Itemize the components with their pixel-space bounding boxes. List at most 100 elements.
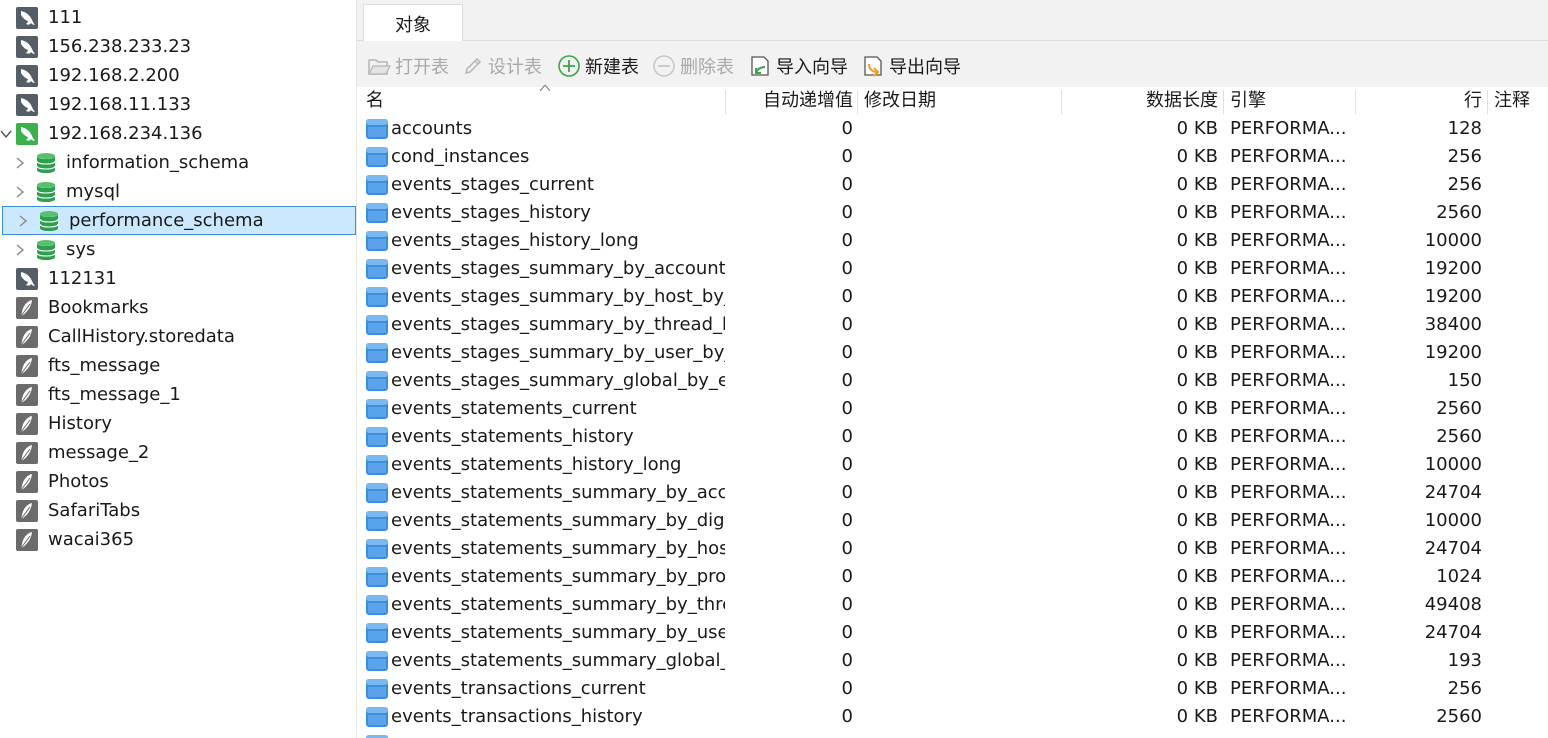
column-divider[interactable] xyxy=(1061,90,1062,114)
tree-item-connection[interactable]: 156.238.233.23 xyxy=(0,32,356,61)
data-length-cell: 0 KB xyxy=(1176,314,1218,335)
column-header-rows[interactable]: 行 xyxy=(1357,87,1482,115)
tree-item-connection[interactable]: 112131 xyxy=(0,264,356,293)
tree-item-connection[interactable]: SafariTabs xyxy=(0,496,356,525)
chevron-right-icon[interactable] xyxy=(14,243,26,257)
chevron-right-icon[interactable] xyxy=(17,214,29,228)
tree-item-connection[interactable]: wacai365 xyxy=(0,525,356,554)
tree-item-connection[interactable]: 111 xyxy=(0,3,356,32)
new-table-button[interactable]: 新建表 xyxy=(557,53,639,79)
column-header-name[interactable]: 名 xyxy=(366,87,384,115)
table-row[interactable]: events_stages_history 0 0 KB PERFORMA... 256… xyxy=(357,199,1548,227)
table-name-cell: events_transactions_current xyxy=(391,678,646,699)
modified-date-cell xyxy=(864,535,1054,563)
import-icon xyxy=(751,56,769,76)
table-icon xyxy=(366,539,388,559)
comment-cell xyxy=(1494,115,1544,143)
comment-cell xyxy=(1494,479,1544,507)
column-header-modified-date[interactable]: 修改日期 xyxy=(864,87,936,115)
table-row[interactable]: events_stages_summary_global_by_e... 0 0 K… xyxy=(357,367,1548,395)
chevron-right-icon[interactable] xyxy=(14,156,26,170)
table-row[interactable]: events_stages_summary_by_thread_b... 0 0 K… xyxy=(357,311,1548,339)
chevron-down-icon[interactable] xyxy=(0,127,12,141)
comment-cell xyxy=(1494,339,1544,367)
column-divider[interactable] xyxy=(1223,90,1224,114)
table-row[interactable]: events_stages_current 0 0 KB PERFORMA... 256 xyxy=(357,171,1548,199)
engine-cell: PERFORMA... xyxy=(1230,146,1347,167)
engine-cell: PERFORMA... xyxy=(1230,174,1347,195)
tree-item-connection[interactable]: fts_message xyxy=(0,351,356,380)
tree-item-database[interactable]: mysql xyxy=(0,177,356,206)
mysql-connection-icon xyxy=(16,64,38,87)
tree-item-connection[interactable]: History xyxy=(0,409,356,438)
data-length-cell: 0 KB xyxy=(1176,482,1218,503)
sort-ascending-icon xyxy=(540,85,550,91)
tree-item-database[interactable]: information_schema xyxy=(0,148,356,177)
column-divider[interactable] xyxy=(1355,90,1356,114)
table-name-cell: events_stages_summary_by_user_by_... xyxy=(391,342,725,363)
table-row[interactable]: accounts 0 0 KB PERFORMA... 128 xyxy=(357,115,1548,143)
data-length-cell: 0 KB xyxy=(1176,342,1218,363)
rows-cell: 150 xyxy=(1447,370,1482,391)
tree-item-connection[interactable]: fts_message_1 xyxy=(0,380,356,409)
delete-table-button[interactable]: 删除表 xyxy=(652,53,734,79)
table-row-partial[interactable] xyxy=(357,731,1548,738)
table-row[interactable]: events_statements_current 0 0 KB PERFORMA..… xyxy=(357,395,1548,423)
tree-item-connection[interactable]: Photos xyxy=(0,467,356,496)
tree-item-database[interactable]: performance_schema xyxy=(2,206,356,235)
open-table-button[interactable]: 打开表 xyxy=(367,53,449,79)
connection-tree: 111 156.238.233.23 192.168.2.200 192.168.11… xyxy=(0,0,357,738)
table-row[interactable]: events_statements_summary_by_dig... 0 0 KB… xyxy=(357,507,1548,535)
table-icon xyxy=(366,147,388,167)
column-header-engine[interactable]: 引擎 xyxy=(1230,87,1266,115)
data-length-cell: 0 KB xyxy=(1176,118,1218,139)
table-row[interactable]: events_stages_history_long 0 0 KB PERFORMA.… xyxy=(357,227,1548,255)
table-row[interactable]: events_statements_summary_by_user... 0 0 K… xyxy=(357,619,1548,647)
design-table-button[interactable]: 设计表 xyxy=(462,53,542,79)
tree-item-label: fts_message xyxy=(48,355,161,376)
delete-table-label: 删除表 xyxy=(680,57,734,78)
comment-cell xyxy=(1494,199,1544,227)
table-icon xyxy=(366,259,388,279)
tree-item-connection[interactable]: 192.168.11.133 xyxy=(0,90,356,119)
column-divider[interactable] xyxy=(857,90,858,114)
chevron-right-icon[interactable] xyxy=(14,185,26,199)
import-wizard-button[interactable]: 导入向导 xyxy=(748,53,848,79)
table-row[interactable]: events_stages_summary_by_host_by_... 0 0 K… xyxy=(357,283,1548,311)
table-row[interactable]: events_statements_summary_by_acc... 0 0 KB… xyxy=(357,479,1548,507)
table-row[interactable]: cond_instances 0 0 KB PERFORMA... 256 xyxy=(357,143,1548,171)
modified-date-cell xyxy=(864,115,1054,143)
sqlite-connection-icon xyxy=(16,296,38,319)
table-row[interactable]: events_transactions_current 0 0 KB PERFORMA… xyxy=(357,675,1548,703)
table-row[interactable]: events_statements_history_long 0 0 KB PERFO… xyxy=(357,451,1548,479)
tree-item-connection[interactable]: 192.168.2.200 xyxy=(0,61,356,90)
export-wizard-button[interactable]: 导出向导 xyxy=(861,53,961,79)
tree-item-label: wacai365 xyxy=(48,529,135,550)
table-row[interactable]: events_statements_history 0 0 KB PERFORMA..… xyxy=(357,423,1548,451)
column-divider[interactable] xyxy=(1487,90,1488,114)
column-divider[interactable] xyxy=(725,90,726,114)
table-name-cell: accounts xyxy=(391,118,473,139)
column-header-auto-increment[interactable]: 自动递增值 xyxy=(727,87,853,115)
table-row[interactable]: events_transactions_history 0 0 KB PERFORMA… xyxy=(357,703,1548,731)
engine-cell: PERFORMA... xyxy=(1230,118,1347,139)
tree-item-connection[interactable]: CallHistory.storedata xyxy=(0,322,356,351)
comment-cell xyxy=(1494,563,1544,591)
column-header-comment[interactable]: 注释 xyxy=(1494,87,1530,115)
tree-item-connection[interactable]: Bookmarks xyxy=(0,293,356,322)
column-header-data-length[interactable]: 数据长度 xyxy=(1063,87,1218,115)
auto-increment-cell: 0 xyxy=(841,370,853,391)
table-row[interactable]: events_statements_summary_by_host... 0 0 K… xyxy=(357,535,1548,563)
table-row[interactable]: events_stages_summary_by_user_by_... 0 0 K… xyxy=(357,339,1548,367)
tab-objects[interactable]: 对象 xyxy=(363,4,463,42)
table-row[interactable]: events_statements_summary_global_... 0 0 K… xyxy=(357,647,1548,675)
auto-increment-cell: 0 xyxy=(841,706,853,727)
tree-item-database[interactable]: sys xyxy=(0,235,356,264)
table-row[interactable]: events_stages_summary_by_account_... 0 0 K… xyxy=(357,255,1548,283)
table-row[interactable]: events_statements_summary_by_thre... 0 0 K… xyxy=(357,591,1548,619)
auto-increment-cell: 0 xyxy=(841,482,853,503)
table-name-cell: events_statements_summary_by_acc... xyxy=(391,482,725,503)
tree-item-connection[interactable]: 192.168.234.136 xyxy=(0,119,356,148)
tree-item-connection[interactable]: message_2 xyxy=(0,438,356,467)
table-row[interactable]: events_statements_summary_by_pro... 0 0 KB… xyxy=(357,563,1548,591)
